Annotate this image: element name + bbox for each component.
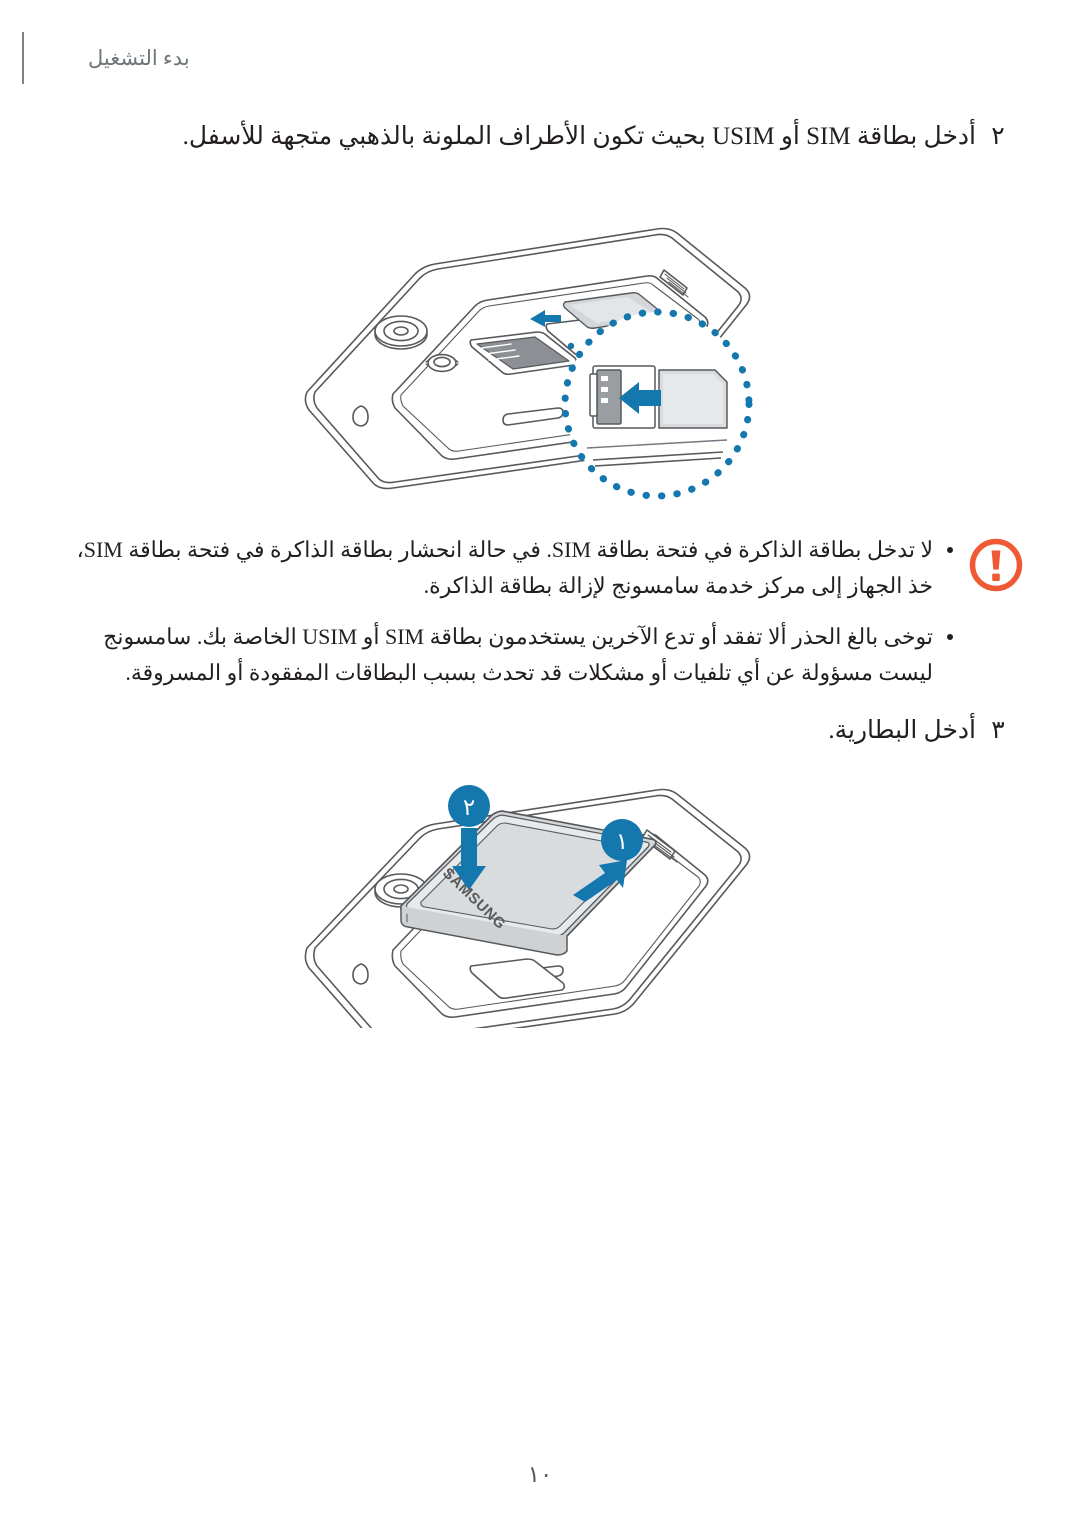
header-divider [22, 32, 24, 84]
warning-exclamation-icon [967, 536, 1025, 594]
step-text: أدخل البطارية. [828, 717, 976, 744]
battery-insertion-illustration: SAMSUNG ١ ٢ [275, 778, 805, 1028]
page-header: بدء التشغيل [0, 32, 1080, 84]
badge-label-1: ١ [616, 828, 628, 854]
sim-card-insertion-illustration [275, 196, 805, 516]
step-number: ٣ [991, 717, 1005, 744]
step-item-3: ٣ أدخل البطارية. [60, 712, 1020, 750]
header-title: بدء التشغيل [88, 45, 190, 70]
badge-label-2: ٢ [463, 794, 475, 820]
magnifier-callout [561, 308, 753, 500]
caution-bullet-list: لا تدخل بطاقة الذاكرة في فتحة بطاقة SIM.… [60, 532, 959, 691]
step-number: ٢ [991, 123, 1005, 150]
caution-note-block: لا تدخل بطاقة الذاكرة في فتحة بطاقة SIM.… [60, 532, 1025, 691]
step-text: أدخل بطاقة SIM أو USIM بحيث تكون الأطراف… [182, 123, 976, 150]
step-item-2: ٢ أدخل بطاقة SIM أو USIM بحيث تكون الأطر… [60, 118, 1020, 156]
caution-bullet-item: توخى بالغ الحذر ألا تفقد أو تدع الآخرين … [60, 619, 959, 690]
page-number: ١٠ [527, 1462, 553, 1487]
caution-bullet-item: لا تدخل بطاقة الذاكرة في فتحة بطاقة SIM.… [60, 532, 959, 603]
